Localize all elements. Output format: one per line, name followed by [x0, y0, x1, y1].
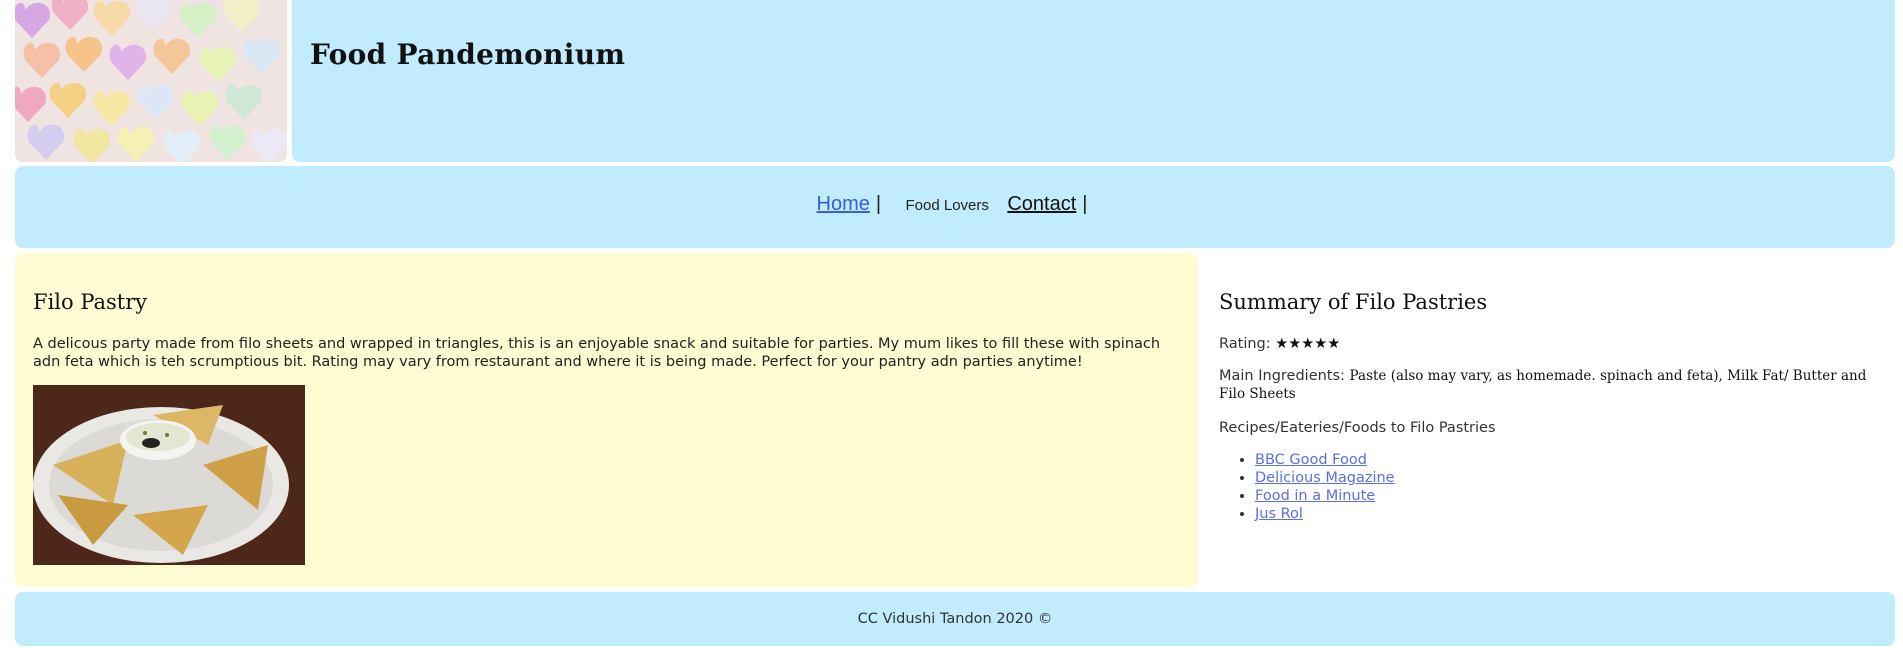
nav-links: Home | Food Lovers Contact | [15, 193, 1895, 216]
list-item: Jus Rol [1255, 505, 1395, 523]
nav-link-home[interactable]: Home [817, 193, 870, 215]
header-image [15, 0, 287, 162]
recipes-label: Recipes/Eateries/Foods to Filo Pastries [1219, 420, 1496, 436]
link-food-in-a-minute[interactable]: Food in a Minute [1255, 488, 1375, 504]
article-description: A delicous party made from filo sheets a… [33, 336, 1161, 370]
rating-stars-icon: ★★★★★ [1275, 336, 1341, 352]
ingredients-label: Main Ingredients: [1219, 368, 1345, 384]
nav-separator: | [875, 193, 882, 215]
site-title: Food Pandemonium [310, 38, 626, 71]
ingredients-row: Main Ingredients: Paste (also may vary, … [1219, 367, 1879, 403]
page: Food Pandemonium Home | Food Lovers Conta… [0, 0, 1903, 648]
article-heading: Filo Pastry [33, 290, 148, 314]
nav-link-contact[interactable]: Contact [1007, 193, 1076, 215]
nav-item-food-lovers: Food Lovers [905, 197, 989, 214]
list-item: Delicious Magazine [1255, 469, 1395, 487]
footer: CC Vidushi Tandon 2020 © [15, 592, 1895, 646]
nav-separator: | [1082, 193, 1088, 215]
article-section: Filo Pastry A delicous party made from f… [15, 253, 1198, 587]
filo-pastry-image [33, 385, 305, 565]
link-jus-rol[interactable]: Jus Rol [1255, 506, 1303, 522]
main-nav: Home | Food Lovers Contact | [15, 166, 1895, 248]
summary-aside: Summary of Filo Pastries Rating: ★★★★★ M… [1203, 253, 1895, 587]
list-item: Food in a Minute [1255, 487, 1395, 505]
link-bbc-good-food[interactable]: BBC Good Food [1255, 452, 1367, 468]
link-delicious-magazine[interactable]: Delicious Magazine [1255, 470, 1395, 486]
rating-label: Rating: [1219, 336, 1271, 352]
rating-row: Rating: ★★★★★ [1219, 335, 1879, 353]
list-item: BBC Good Food [1255, 451, 1395, 469]
summary-heading: Summary of Filo Pastries [1219, 290, 1488, 314]
recipe-links-list: BBC Good Food Delicious Magazine Food in… [1255, 451, 1395, 523]
header-bar [292, 0, 1895, 162]
